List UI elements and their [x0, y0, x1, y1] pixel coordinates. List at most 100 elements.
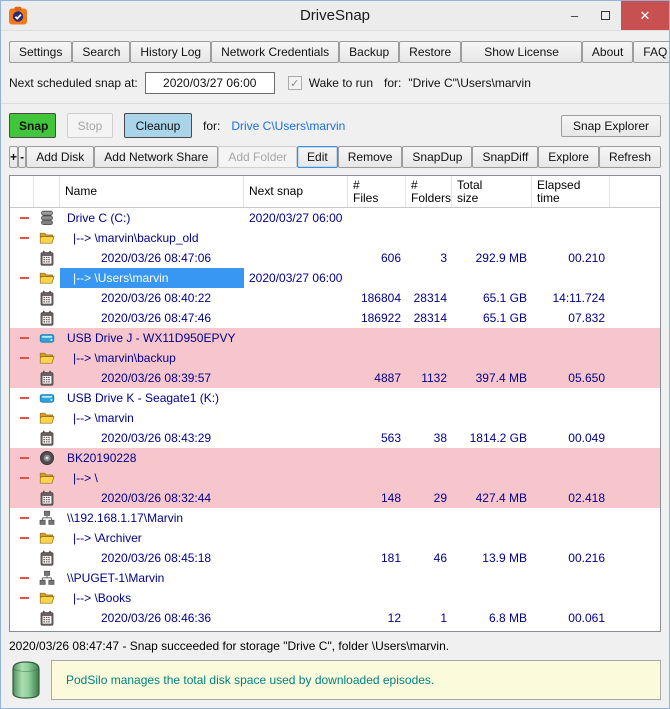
next-snap-time-input[interactable]: [144, 72, 275, 94]
row-expander-cell[interactable]: [10, 408, 34, 428]
row-name[interactable]: Drive C (C:): [60, 208, 244, 228]
search-button[interactable]: Search: [72, 41, 131, 63]
header-name[interactable]: Name: [60, 176, 244, 207]
row-name[interactable]: \\192.168.1.17\Marvin: [60, 508, 244, 528]
table-row[interactable]: 2020/03/26 08:43:29 563 38 1814.2 GB 00.…: [10, 428, 660, 448]
row-expander-cell[interactable]: [10, 308, 34, 328]
row-expander-cell[interactable]: [10, 568, 34, 588]
table-row[interactable]: \\192.168.1.17\Marvin: [10, 508, 660, 528]
row-expander-cell[interactable]: [10, 588, 34, 608]
collapse-icon[interactable]: [20, 357, 29, 359]
row-name[interactable]: 2020/03/26 08:39:57: [60, 368, 244, 388]
row-expander-cell[interactable]: [10, 248, 34, 268]
backup-button[interactable]: Backup: [339, 41, 400, 63]
table-row[interactable]: 2020/03/26 08:45:18 181 46 13.9 MB 00.21…: [10, 548, 660, 568]
row-name[interactable]: |--> \Books: [60, 588, 244, 608]
table-row[interactable]: |--> \Users\marvin 2020/03/27 06:00: [10, 268, 660, 288]
table-row[interactable]: \\PUGET-1\Marvin: [10, 568, 660, 588]
collapse-icon[interactable]: [20, 517, 29, 519]
table-row[interactable]: |--> \Books: [10, 588, 660, 608]
collapse-icon[interactable]: [20, 397, 29, 399]
row-name[interactable]: BK20190228: [60, 448, 244, 468]
row-name[interactable]: 2020/03/26 08:45:18: [60, 548, 244, 568]
collapse-icon[interactable]: [20, 577, 29, 579]
network-credentials-button[interactable]: Network Credentials: [211, 41, 340, 63]
row-expander-cell[interactable]: [10, 268, 34, 288]
row-name[interactable]: |--> \Users\marvin: [60, 268, 244, 288]
titlebar[interactable]: DriveSnap – ✕: [1, 1, 669, 31]
maximize-button-icon[interactable]: [590, 1, 621, 30]
collapse-icon[interactable]: [20, 477, 29, 479]
history-log-button[interactable]: History Log: [130, 41, 212, 63]
wake-to-run-checkbox[interactable]: ✓: [287, 76, 302, 90]
table-row[interactable]: BK20190228: [10, 448, 660, 468]
table-row[interactable]: |--> \: [10, 468, 660, 488]
faq-button[interactable]: FAQ: [633, 41, 669, 63]
row-name[interactable]: |--> \marvin: [60, 408, 244, 428]
add-network-share-button[interactable]: Add Network Share: [94, 146, 219, 168]
settings-button[interactable]: Settings: [9, 41, 73, 63]
close-button-icon[interactable]: ✕: [621, 1, 669, 30]
row-name[interactable]: |--> \marvin\backup: [60, 348, 244, 368]
explore-button[interactable]: Explore: [538, 146, 599, 168]
row-expander-cell[interactable]: [10, 208, 34, 228]
row-name[interactable]: USB Drive K - Seagate1 (K:): [60, 388, 244, 408]
header-total-size[interactable]: Total size: [452, 176, 532, 207]
minimize-button-icon[interactable]: –: [559, 1, 590, 30]
row-expander-cell[interactable]: [10, 328, 34, 348]
table-row[interactable]: Drive C (C:) 2020/03/27 06:00: [10, 208, 660, 228]
cleanup-button[interactable]: Cleanup: [124, 113, 192, 138]
row-expander-cell[interactable]: [10, 388, 34, 408]
table-row[interactable]: 2020/03/26 08:46:36 12 1 6.8 MB 00.061: [10, 608, 660, 628]
header-files[interactable]: # Files: [348, 176, 406, 207]
add-disk-button[interactable]: Add Disk: [26, 146, 95, 168]
row-expander-cell[interactable]: [10, 428, 34, 448]
row-expander-cell[interactable]: [10, 448, 34, 468]
row-name[interactable]: |--> \marvin\backup_old: [60, 228, 244, 248]
snap-explorer-button[interactable]: Snap Explorer: [560, 114, 661, 137]
collapse-icon[interactable]: [20, 597, 29, 599]
row-expander-cell[interactable]: [10, 348, 34, 368]
table-row[interactable]: |--> \marvin\backup: [10, 348, 660, 368]
snap-button[interactable]: Snap: [9, 113, 56, 138]
row-expander-cell[interactable]: [10, 508, 34, 528]
refresh-button[interactable]: Refresh: [598, 146, 661, 168]
table-row[interactable]: 2020/03/26 08:40:22 186804 28314 65.1 GB…: [10, 288, 660, 308]
add-folder-button[interactable]: Add Folder: [218, 146, 298, 168]
row-name[interactable]: \\PUGET-1\Marvin: [60, 568, 244, 588]
row-name[interactable]: |--> \Archiver: [60, 528, 244, 548]
row-name[interactable]: 2020/03/26 08:43:29: [60, 428, 244, 448]
row-expander-cell[interactable]: [10, 288, 34, 308]
table-row[interactable]: USB Drive J - WX11D950EPVY: [10, 328, 660, 348]
row-expander-cell[interactable]: [10, 228, 34, 248]
header-next-snap[interactable]: Next snap: [244, 176, 348, 207]
table-row[interactable]: |--> \marvin\backup_old: [10, 228, 660, 248]
row-expander-cell[interactable]: [10, 528, 34, 548]
row-expander-cell[interactable]: [10, 548, 34, 568]
remove-button[interactable]: Remove: [337, 146, 403, 168]
collapse-icon[interactable]: [20, 217, 29, 219]
row-name[interactable]: 2020/03/26 08:47:06: [60, 248, 244, 268]
snapdiff-button[interactable]: SnapDiff: [472, 146, 539, 168]
snapdup-button[interactable]: SnapDup: [402, 146, 473, 168]
collapse-icon[interactable]: [20, 237, 29, 239]
collapse-icon[interactable]: [20, 457, 29, 459]
show-license-button[interactable]: Show License: [461, 41, 582, 63]
table-row[interactable]: |--> \marvin: [10, 408, 660, 428]
collapse-all-button[interactable]: -: [18, 146, 27, 168]
table-row[interactable]: USB Drive K - Seagate1 (K:): [10, 388, 660, 408]
table-row[interactable]: 2020/03/26 08:47:06 606 3 292.9 MB 00.21…: [10, 248, 660, 268]
row-expander-cell[interactable]: [10, 608, 34, 628]
table-row[interactable]: 2020/03/26 08:39:57 4887 1132 397.4 MB 0…: [10, 368, 660, 388]
table-row[interactable]: |--> \Archiver: [10, 528, 660, 548]
table-row[interactable]: 2020/03/26 08:32:44 148 29 427.4 MB 02.4…: [10, 488, 660, 508]
row-expander-cell[interactable]: [10, 488, 34, 508]
header-folders[interactable]: # Folders: [406, 176, 452, 207]
header-elapsed-time[interactable]: Elapsed time: [532, 176, 610, 207]
row-name[interactable]: 2020/03/26 08:46:36: [60, 608, 244, 628]
collapse-icon[interactable]: [20, 417, 29, 419]
row-name[interactable]: 2020/03/26 08:40:22: [60, 288, 244, 308]
table-row[interactable]: 2020/03/26 08:47:46 186922 28314 65.1 GB…: [10, 308, 660, 328]
collapse-icon[interactable]: [20, 337, 29, 339]
edit-button[interactable]: Edit: [297, 146, 338, 168]
